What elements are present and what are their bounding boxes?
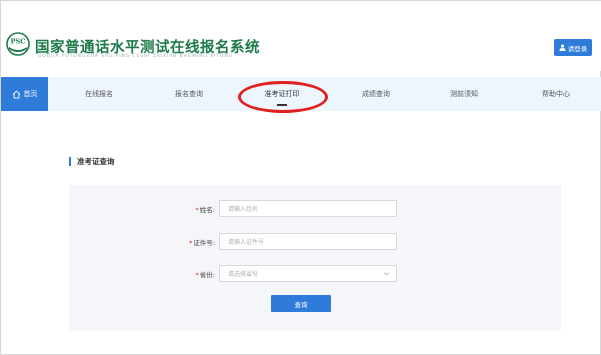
province-placeholder: 请选择省份 (228, 271, 259, 278)
required-mark: * (189, 239, 193, 247)
name-label: *姓名: (195, 206, 215, 214)
user-icon (559, 44, 566, 51)
id-number-label: *证件号: (189, 239, 215, 247)
nav-item-home[interactable]: 首页 (1, 77, 48, 111)
login-label: 请登录 (567, 44, 588, 53)
psc-logo: PSC (6, 32, 30, 56)
province-select[interactable]: 请选择省份 (219, 265, 397, 282)
chevron-down-icon (384, 272, 389, 276)
site-header: PSC 国家普通话水平测试在线报名系统 GUOJIA PUTONGHUA SHU… (1, 1, 601, 71)
name-placeholder: 请输入姓名 (228, 206, 259, 213)
site-subtitle: GUOJIA PUTONGHUA SHUIPING CESHI ZAIXIAN … (38, 54, 234, 59)
query-button[interactable]: 查询 (271, 295, 331, 312)
required-mark: * (195, 271, 199, 279)
nav-item-pre-test-notice[interactable]: 测前须知 (429, 77, 499, 111)
name-input[interactable]: 请输入姓名 (219, 200, 397, 217)
red-highlight-circle (238, 81, 328, 113)
login-button[interactable]: 请登录 (554, 39, 592, 56)
nav-item-score-query[interactable]: 成绩查询 (341, 77, 411, 111)
required-mark: * (195, 206, 199, 214)
home-icon (12, 89, 20, 99)
nav-home-label: 首页 (23, 90, 38, 98)
svg-text:PSC: PSC (11, 38, 26, 46)
section-title: 准考证查询 (69, 157, 115, 166)
nav-item-registration-query[interactable]: 报名查询 (154, 77, 224, 111)
id-number-placeholder: 请输入证件号 (228, 239, 265, 246)
page: PSC 国家普通话水平测试在线报名系统 GUOJIA PUTONGHUA SHU… (0, 0, 601, 355)
province-label: *省份: (195, 271, 215, 279)
nav-item-online-registration[interactable]: 在线报名 (64, 77, 134, 111)
nav-item-help-center[interactable]: 帮助中心 (521, 77, 591, 111)
id-number-input[interactable]: 请输入证件号 (219, 233, 397, 250)
